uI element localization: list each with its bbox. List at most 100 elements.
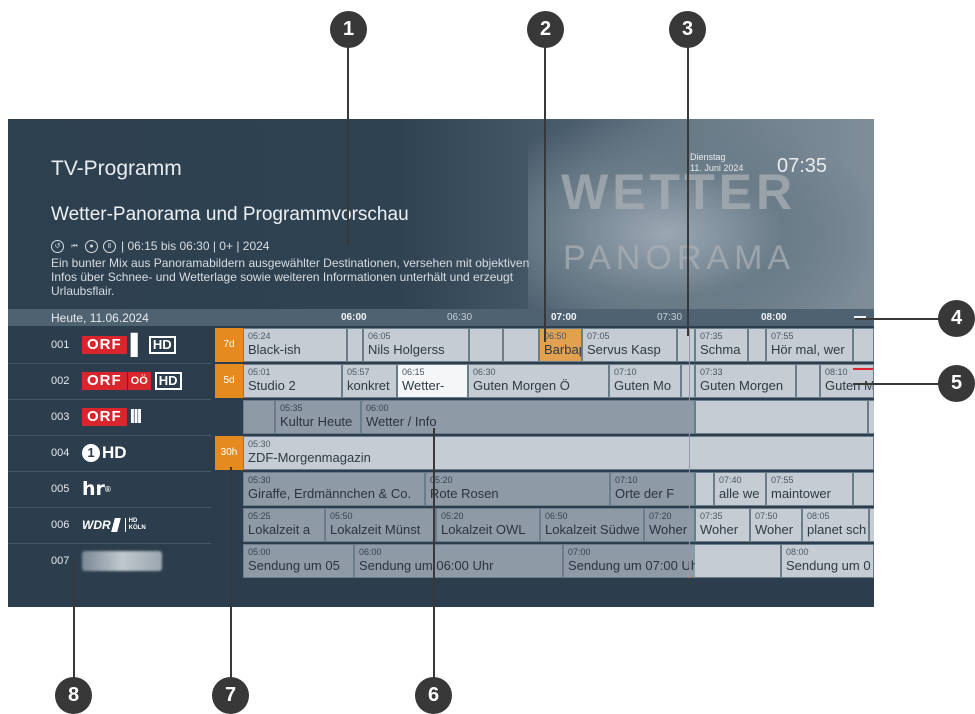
callout-leader <box>687 46 689 336</box>
time-tick: 06:30 <box>447 312 473 323</box>
program-cell[interactable]: 07:10 Orte der F <box>610 472 695 506</box>
skip-back-icon: ⏮ <box>71 242 78 250</box>
callout-1: 1 <box>330 11 367 48</box>
program-cell[interactable] <box>677 328 695 362</box>
das-erste-hd-logo: 1 HD <box>82 443 127 463</box>
timeline-bar: Heute, 11.06.2024 06:00 06:30 07:00 07:3… <box>8 309 874 326</box>
program-cell[interactable]: 05:50 Lokalzeit Münst <box>325 508 436 542</box>
program-info-header: WETTER PANORAMA TV-Programm Wetter-Panor… <box>8 119 874 309</box>
program-cell[interactable]: 07:50 Woher <box>750 508 802 542</box>
timeline-date: Heute, 11.06.2024 <box>51 311 149 325</box>
wdr-koeln-logo: WDR HD KÖLN <box>82 518 146 532</box>
weekday: Dienstag <box>690 152 726 162</box>
channel-row[interactable]: 005 hr ® <box>8 472 211 508</box>
program-cell[interactable] <box>469 328 503 362</box>
program-cell[interactable] <box>695 400 868 434</box>
program-cell[interactable]: 05:30 Giraffe, Erdmännchen & Co. <box>243 472 425 506</box>
program-cell[interactable] <box>868 400 874 434</box>
callout-leader <box>73 560 75 695</box>
program-cell[interactable]: 07:35 Schma <box>695 328 748 362</box>
program-description: Ein bunter Mix aus Panoramabildern ausge… <box>51 256 530 298</box>
channel-row[interactable]: 001 ORF ▌ HD <box>8 328 211 364</box>
program-cell[interactable] <box>869 508 874 542</box>
program-cell[interactable]: 08:05 planet sch <box>802 508 869 542</box>
program-cell[interactable] <box>243 400 275 434</box>
channel-row[interactable]: 007 <box>8 544 211 579</box>
channel-number: 006 <box>51 519 70 531</box>
channel-number: 002 <box>51 375 70 387</box>
program-cell[interactable]: 07:55 maintower <box>766 472 853 506</box>
program-grid: 7d 05:24 Black-ish 06:05 Nils Holgerss 06:… <box>215 328 874 578</box>
program-cell[interactable]: 05:24 Black-ish <box>243 328 347 362</box>
date-display: Dienstag 11. Juni 2024 <box>690 152 743 174</box>
program-cell[interactable]: 05:25 Lokalzeit a <box>243 508 325 542</box>
orf1-hd-logo: ORF ▌ HD <box>82 334 176 356</box>
program-cell[interactable]: 05:30 ZDF-Morgenmagazin <box>243 436 874 470</box>
current-time-line <box>689 328 690 578</box>
program-cell-selected[interactable]: 06:15 Wetter- <box>397 364 468 398</box>
program-cell[interactable] <box>681 364 695 398</box>
orf-ooe-hd-logo: ORF OÖ HD <box>82 371 182 391</box>
program-cell[interactable]: 05:20 Rote Rosen <box>425 472 610 506</box>
program-cell[interactable]: 06:50 Lokalzeit Südwe <box>540 508 644 542</box>
program-cell-continuation[interactable] <box>695 544 781 578</box>
program-cell[interactable]: 07:20 Woher <box>644 508 695 542</box>
program-title: Wetter-Panorama und Programmvorschau <box>51 204 409 225</box>
program-cell[interactable]: 07:35 Woher <box>695 508 750 542</box>
program-cell[interactable]: 07:55 Hör mal, wer <box>766 328 853 362</box>
callout-4: 4 <box>938 300 975 337</box>
program-cell[interactable]: 07:05 Servus Kasp <box>582 328 677 362</box>
program-cell[interactable] <box>503 328 539 362</box>
program-cell[interactable] <box>853 328 874 362</box>
channel-row[interactable]: 002 ORF OÖ HD <box>8 364 211 400</box>
program-cell[interactable]: 07:00 Sendung um 07:00 Uhr <box>563 544 695 578</box>
clock: 07:35 <box>777 155 828 177</box>
time-tick: 07:30 <box>657 312 683 323</box>
callout-7: 7 <box>212 677 249 714</box>
record-icon: ● <box>85 239 98 253</box>
program-cell[interactable]: 07:40 alle we <box>714 472 766 506</box>
program-meta-text: | 06:15 bis 06:30 | 0+ | 2024 <box>121 239 270 253</box>
pause-icon: Ⅱ <box>103 239 116 253</box>
replay-badge: 30h <box>215 436 243 470</box>
callout-8: 8 <box>55 677 92 714</box>
program-cell[interactable]: 05:01 Studio 2 <box>243 364 342 398</box>
program-cell[interactable]: 08:00 Sendung um 0 <box>781 544 874 578</box>
callout-leader <box>544 46 546 342</box>
program-row: 30h 05:30 ZDF-Morgenmagazin <box>215 436 874 470</box>
program-cell[interactable]: 05:00 Sendung um 05 <box>243 544 354 578</box>
program-cell[interactable]: 05:35 Kultur Heute <box>275 400 361 434</box>
replay-icon: ↺ <box>51 239 64 253</box>
channel-number: 007 <box>51 555 70 567</box>
program-row: 05:00 Sendung um 05 06:00 Sendung um 06:00… <box>215 544 874 578</box>
date: 11. Juni 2024 <box>690 163 744 173</box>
program-cell[interactable]: 05:57 konkret <box>342 364 397 398</box>
channel-row[interactable]: 006 WDR HD KÖLN <box>8 508 211 544</box>
program-cell[interactable] <box>695 472 714 506</box>
callout-leader <box>230 467 232 695</box>
program-cell[interactable] <box>347 328 363 362</box>
program-cell[interactable] <box>853 472 874 506</box>
program-cell[interactable]: 06:00 Sendung um 06:00 Uhr <box>354 544 563 578</box>
program-cell[interactable]: 06:05 Nils Holgerss <box>363 328 469 362</box>
program-cell[interactable]: 07:10 Guten Mo <box>609 364 681 398</box>
time-tick: 07:00 <box>551 312 577 323</box>
program-cell[interactable]: 05:20 Lokalzeit OWL <box>436 508 540 542</box>
watermark-wetter: WETTER <box>561 164 797 220</box>
program-cell[interactable] <box>748 328 766 362</box>
watermark-panorama: PANORAMA <box>563 239 796 277</box>
program-cell[interactable]: 08:10 Guten M <box>820 364 874 398</box>
program-cell[interactable]: 06:00 Wetter / Info <box>361 400 695 434</box>
channel-row[interactable]: 003 ORF III <box>8 400 211 436</box>
channel-number: 003 <box>51 411 70 423</box>
callout-6: 6 <box>415 677 452 714</box>
channel-row[interactable]: 004 1 HD <box>8 436 211 472</box>
channel-list: 001 ORF ▌ HD 002 ORF OÖ HD 003 ORF III 004 1H… <box>8 328 211 578</box>
tv-guide-screen: WETTER PANORAMA TV-Programm Wetter-Panor… <box>8 119 874 607</box>
program-row: 05:30 Giraffe, Erdmännchen & Co. 05:20 Rot… <box>215 472 874 506</box>
program-cell[interactable] <box>796 364 820 398</box>
blurred-channel-logo <box>82 551 162 571</box>
time-tick: 06:00 <box>341 312 367 323</box>
program-cell[interactable]: 06:30 Guten Morgen Ö <box>468 364 609 398</box>
program-cell[interactable]: 07:33 Guten Morgen <box>695 364 796 398</box>
